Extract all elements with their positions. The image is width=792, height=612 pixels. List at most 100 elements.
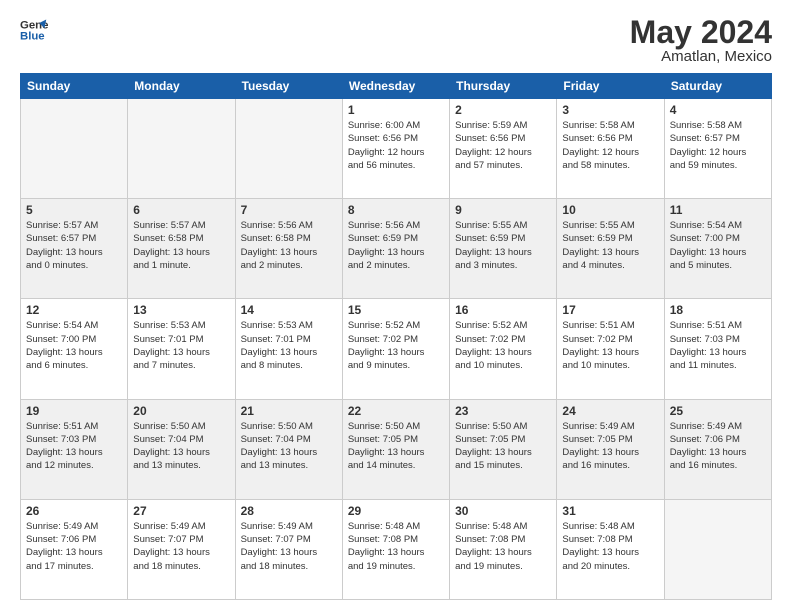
table-row: 13 Sunrise: 5:53 AMSunset: 7:01 PMDayligh… bbox=[128, 299, 235, 399]
table-row: 3 Sunrise: 5:58 AMSunset: 6:56 PMDaylight… bbox=[557, 99, 664, 199]
table-row: 17Sunrise: 5:51 AMSunset: 7:02 PMDayligh… bbox=[557, 299, 664, 399]
day-info: Sunrise: 5:49 AMSunset: 7:05 PMDaylight:… bbox=[562, 420, 658, 473]
svg-text:Blue: Blue bbox=[20, 31, 45, 43]
day-number: 29 bbox=[348, 504, 444, 518]
day-info: Sunrise: 5:50 AMSunset: 7:04 PMDaylight:… bbox=[133, 420, 229, 473]
day-info: Sunrise: 5:57 AMSunset: 6:57 PMDaylight:… bbox=[26, 219, 122, 272]
day-info: Sunrise: 5:56 AMSunset: 6:59 PMDaylight:… bbox=[348, 219, 444, 272]
day-info: Sunrise: 5:53 AMSunset: 7:01 PMDaylight:… bbox=[241, 319, 337, 372]
day-number: 30 bbox=[455, 504, 551, 518]
table-row: 26 Sunrise: 5:49 AMSunset: 7:06 PMDayligh… bbox=[21, 499, 128, 599]
day-number: 8 bbox=[348, 203, 444, 217]
day-info: Sunrise: 5:49 AMSunset: 7:06 PMDaylight:… bbox=[26, 520, 122, 573]
calendar-week-4: 19 Sunrise: 5:51 AMSunset: 7:03 PMDayligh… bbox=[21, 399, 772, 499]
table-row: 9 Sunrise: 5:55 AMSunset: 6:59 PMDaylight… bbox=[450, 199, 557, 299]
table-row bbox=[235, 99, 342, 199]
day-info: Sunrise: 5:55 AMSunset: 6:59 PMDaylight:… bbox=[455, 219, 551, 272]
day-info: Sunrise: 5:59 AMSunset: 6:56 PMDaylight:… bbox=[455, 119, 551, 172]
day-info: Sunrise: 5:55 AMSunset: 6:59 PMDaylight:… bbox=[562, 219, 658, 272]
col-wednesday: Wednesday bbox=[342, 74, 449, 99]
day-info: Sunrise: 5:56 AMSunset: 6:58 PMDaylight:… bbox=[241, 219, 337, 272]
subtitle: Amatlan, Mexico bbox=[630, 48, 772, 65]
table-row: 16Sunrise: 5:52 AMSunset: 7:02 PMDayligh… bbox=[450, 299, 557, 399]
table-row: 5 Sunrise: 5:57 AMSunset: 6:57 PMDaylight… bbox=[21, 199, 128, 299]
day-number: 18 bbox=[670, 303, 766, 317]
col-saturday: Saturday bbox=[664, 74, 771, 99]
day-number: 10 bbox=[562, 203, 658, 217]
table-row: 28Sunrise: 5:49 AMSunset: 7:07 PMDayligh… bbox=[235, 499, 342, 599]
col-tuesday: Tuesday bbox=[235, 74, 342, 99]
header: General Blue May 2024 Amatlan, Mexico bbox=[20, 16, 772, 65]
day-info: Sunrise: 5:52 AMSunset: 7:02 PMDaylight:… bbox=[348, 319, 444, 372]
day-info: Sunrise: 5:53 AMSunset: 7:01 PMDaylight:… bbox=[133, 319, 229, 372]
table-row: 31 Sunrise: 5:48 AMSunset: 7:08 PMDayligh… bbox=[557, 499, 664, 599]
day-number: 31 bbox=[562, 504, 658, 518]
day-info: Sunrise: 5:49 AMSunset: 7:06 PMDaylight:… bbox=[670, 420, 766, 473]
col-sunday: Sunday bbox=[21, 74, 128, 99]
day-info: Sunrise: 5:54 AMSunset: 7:00 PMDaylight:… bbox=[670, 219, 766, 272]
calendar-week-3: 12 Sunrise: 5:54 AMSunset: 7:00 PMDayligh… bbox=[21, 299, 772, 399]
table-row: 25 Sunrise: 5:49 AMSunset: 7:06 PMDayligh… bbox=[664, 399, 771, 499]
table-row: 2 Sunrise: 5:59 AMSunset: 6:56 PMDaylight… bbox=[450, 99, 557, 199]
day-number: 5 bbox=[26, 203, 122, 217]
table-row bbox=[128, 99, 235, 199]
day-number: 3 bbox=[562, 103, 658, 117]
day-number: 24 bbox=[562, 404, 658, 418]
table-row: 22 Sunrise: 5:50 AMSunset: 7:05 PMDayligh… bbox=[342, 399, 449, 499]
day-info: Sunrise: 5:58 AMSunset: 6:57 PMDaylight:… bbox=[670, 119, 766, 172]
table-row: 21 Sunrise: 5:50 AMSunset: 7:04 PMDayligh… bbox=[235, 399, 342, 499]
day-number: 11 bbox=[670, 203, 766, 217]
day-number: 21 bbox=[241, 404, 337, 418]
day-info: Sunrise: 5:49 AMSunset: 7:07 PMDaylight:… bbox=[133, 520, 229, 573]
day-info: Sunrise: 5:51 AMSunset: 7:03 PMDaylight:… bbox=[670, 319, 766, 372]
header-row: Sunday Monday Tuesday Wednesday Thursday… bbox=[21, 74, 772, 99]
col-friday: Friday bbox=[557, 74, 664, 99]
table-row: 23 Sunrise: 5:50 AMSunset: 7:05 PMDayligh… bbox=[450, 399, 557, 499]
table-row: 15 Sunrise: 5:52 AMSunset: 7:02 PMDayligh… bbox=[342, 299, 449, 399]
calendar-week-1: 1Sunrise: 6:00 AMSunset: 6:56 PMDaylight… bbox=[21, 99, 772, 199]
day-number: 12 bbox=[26, 303, 122, 317]
day-info: Sunrise: 5:52 AMSunset: 7:02 PMDaylight:… bbox=[455, 319, 551, 372]
table-row bbox=[21, 99, 128, 199]
day-info: Sunrise: 5:50 AMSunset: 7:04 PMDaylight:… bbox=[241, 420, 337, 473]
table-row: 20 Sunrise: 5:50 AMSunset: 7:04 PMDayligh… bbox=[128, 399, 235, 499]
table-row: 6Sunrise: 5:57 AMSunset: 6:58 PMDaylight… bbox=[128, 199, 235, 299]
calendar-table: Sunday Monday Tuesday Wednesday Thursday… bbox=[20, 73, 772, 600]
day-info: Sunrise: 5:58 AMSunset: 6:56 PMDaylight:… bbox=[562, 119, 658, 172]
day-number: 17 bbox=[562, 303, 658, 317]
day-info: Sunrise: 5:48 AMSunset: 7:08 PMDaylight:… bbox=[455, 520, 551, 573]
day-info: Sunrise: 5:49 AMSunset: 7:07 PMDaylight:… bbox=[241, 520, 337, 573]
day-info: Sunrise: 5:57 AMSunset: 6:58 PMDaylight:… bbox=[133, 219, 229, 272]
table-row: 7 Sunrise: 5:56 AMSunset: 6:58 PMDaylight… bbox=[235, 199, 342, 299]
day-info: Sunrise: 5:48 AMSunset: 7:08 PMDaylight:… bbox=[562, 520, 658, 573]
day-number: 7 bbox=[241, 203, 337, 217]
table-row: 4 Sunrise: 5:58 AMSunset: 6:57 PMDaylight… bbox=[664, 99, 771, 199]
day-number: 20 bbox=[133, 404, 229, 418]
day-info: Sunrise: 5:50 AMSunset: 7:05 PMDaylight:… bbox=[455, 420, 551, 473]
calendar-week-2: 5 Sunrise: 5:57 AMSunset: 6:57 PMDaylight… bbox=[21, 199, 772, 299]
day-number: 25 bbox=[670, 404, 766, 418]
day-number: 14 bbox=[241, 303, 337, 317]
table-row: 14 Sunrise: 5:53 AMSunset: 7:01 PMDayligh… bbox=[235, 299, 342, 399]
day-number: 9 bbox=[455, 203, 551, 217]
day-info: Sunrise: 5:48 AMSunset: 7:08 PMDaylight:… bbox=[348, 520, 444, 573]
day-number: 23 bbox=[455, 404, 551, 418]
calendar-week-5: 26 Sunrise: 5:49 AMSunset: 7:06 PMDayligh… bbox=[21, 499, 772, 599]
day-number: 15 bbox=[348, 303, 444, 317]
day-number: 19 bbox=[26, 404, 122, 418]
day-info: Sunrise: 6:00 AMSunset: 6:56 PMDaylight:… bbox=[348, 119, 444, 172]
day-number: 26 bbox=[26, 504, 122, 518]
table-row: 1Sunrise: 6:00 AMSunset: 6:56 PMDaylight… bbox=[342, 99, 449, 199]
day-number: 4 bbox=[670, 103, 766, 117]
logo: General Blue bbox=[20, 16, 48, 44]
day-info: Sunrise: 5:51 AMSunset: 7:03 PMDaylight:… bbox=[26, 420, 122, 473]
day-info: Sunrise: 5:54 AMSunset: 7:00 PMDaylight:… bbox=[26, 319, 122, 372]
table-row: 24 Sunrise: 5:49 AMSunset: 7:05 PMDayligh… bbox=[557, 399, 664, 499]
day-number: 22 bbox=[348, 404, 444, 418]
table-row: 29 Sunrise: 5:48 AMSunset: 7:08 PMDayligh… bbox=[342, 499, 449, 599]
day-info: Sunrise: 5:50 AMSunset: 7:05 PMDaylight:… bbox=[348, 420, 444, 473]
main-title: May 2024 bbox=[630, 16, 772, 48]
day-number: 2 bbox=[455, 103, 551, 117]
day-number: 13 bbox=[133, 303, 229, 317]
table-row: 30 Sunrise: 5:48 AMSunset: 7:08 PMDayligh… bbox=[450, 499, 557, 599]
